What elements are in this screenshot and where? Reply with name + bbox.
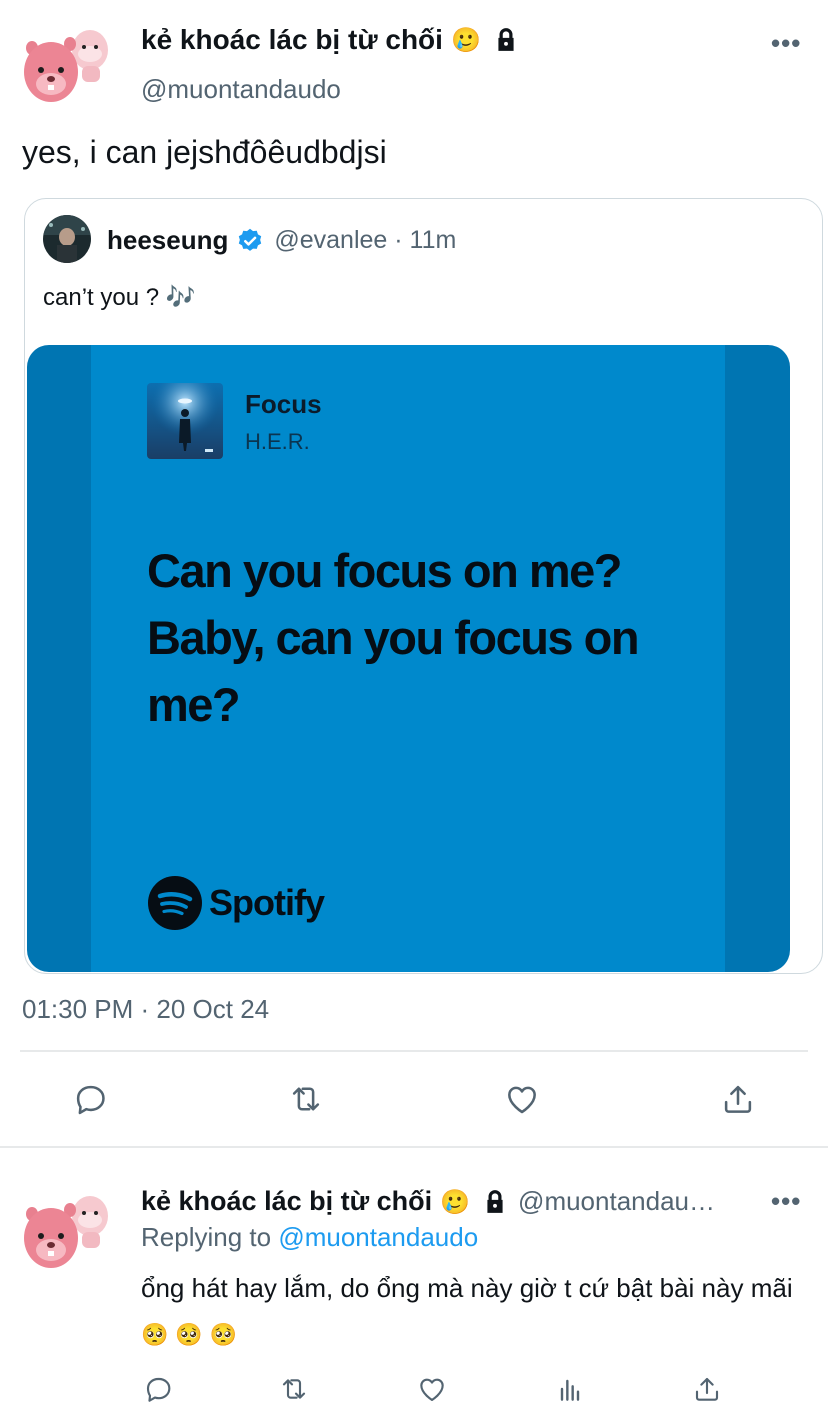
reply-text-block: ổng hát hay lắm, do ổng mà này giờ t cứ … <box>141 1266 801 1358</box>
tweet-text: yes, i can jejshđôêudbdjsi <box>22 134 387 170</box>
author-avatar[interactable] <box>20 14 120 114</box>
lyrics-panel: Focus H.E.R. Can you focus on me? Baby, … <box>91 345 725 972</box>
reply-author-avatar[interactable] <box>20 1180 120 1280</box>
song-title: Focus <box>245 389 322 419</box>
verified-icon <box>236 227 264 255</box>
share-icon[interactable] <box>690 1372 724 1402</box>
crying-face-emoji: 🥲 <box>440 1187 471 1216</box>
more-icon[interactable]: ••• <box>771 28 801 59</box>
quote-author-avatar[interactable] <box>43 215 91 263</box>
song-artist: H.E.R. <box>245 429 310 454</box>
crying-face-emoji: 🥲 <box>450 26 481 54</box>
author-display-name[interactable]: kẻ khoác lác bị từ chối <box>141 24 443 56</box>
lock-icon <box>493 27 519 53</box>
replying-to: Replying to @muontandaudo <box>141 1222 478 1253</box>
author-handle[interactable]: @muontandaudo <box>141 74 341 105</box>
analytics-icon[interactable] <box>553 1372 587 1402</box>
quote-handle-time[interactable]: @evanlee · 11m <box>274 226 456 255</box>
pleading-face-emojis: 🥺 🥺 🥺 <box>141 1323 238 1348</box>
tweet-timestamp[interactable]: 01:30 PM · 20 Oct 24 <box>22 994 269 1025</box>
lyrics-text: Can you focus on me? Baby, can you focus… <box>147 544 640 731</box>
quote-text: can’t you ? 🎶 <box>43 284 196 311</box>
album-art <box>147 383 223 459</box>
replying-to-link[interactable]: @muontandaudo <box>278 1222 478 1252</box>
more-icon[interactable]: ••• <box>771 1186 801 1217</box>
reply-icon[interactable] <box>141 1372 175 1402</box>
author-name-row[interactable]: kẻ khoác lác bị từ chối 🥲 <box>141 24 519 56</box>
retweet-icon[interactable] <box>277 1372 311 1402</box>
quote-display-name[interactable]: heeseung <box>107 225 228 256</box>
lock-icon <box>482 1189 508 1215</box>
spotify-lyrics-card[interactable]: Focus H.E.R. Can you focus on me? Baby, … <box>27 345 790 972</box>
reply-handle[interactable]: @muontandau… <box>518 1186 715 1217</box>
like-icon[interactable] <box>502 1079 542 1119</box>
like-icon[interactable] <box>415 1372 449 1402</box>
divider <box>20 1050 808 1052</box>
quote-header: heeseung @evanlee · 11m <box>107 225 456 256</box>
share-icon[interactable] <box>718 1079 758 1119</box>
reply-display-name[interactable]: kẻ khoác lác bị từ chối <box>141 1186 432 1217</box>
spotify-wordmark: Spotify <box>209 882 325 923</box>
reply-text: ổng hát hay lắm, do ổng mà này giờ t cứ … <box>141 1273 793 1303</box>
replying-prefix: Replying to <box>141 1222 272 1252</box>
spotify-icon <box>147 875 203 931</box>
spotify-logo: Spotify <box>147 875 325 931</box>
reply-name-row[interactable]: kẻ khoác lác bị từ chối 🥲 @muontandau… <box>141 1186 761 1217</box>
reply-icon[interactable] <box>70 1079 110 1119</box>
retweet-icon[interactable] <box>286 1079 326 1119</box>
divider <box>0 1146 828 1148</box>
quoted-tweet-card[interactable]: heeseung @evanlee · 11m can’t you ? 🎶 Fo… <box>24 198 823 974</box>
